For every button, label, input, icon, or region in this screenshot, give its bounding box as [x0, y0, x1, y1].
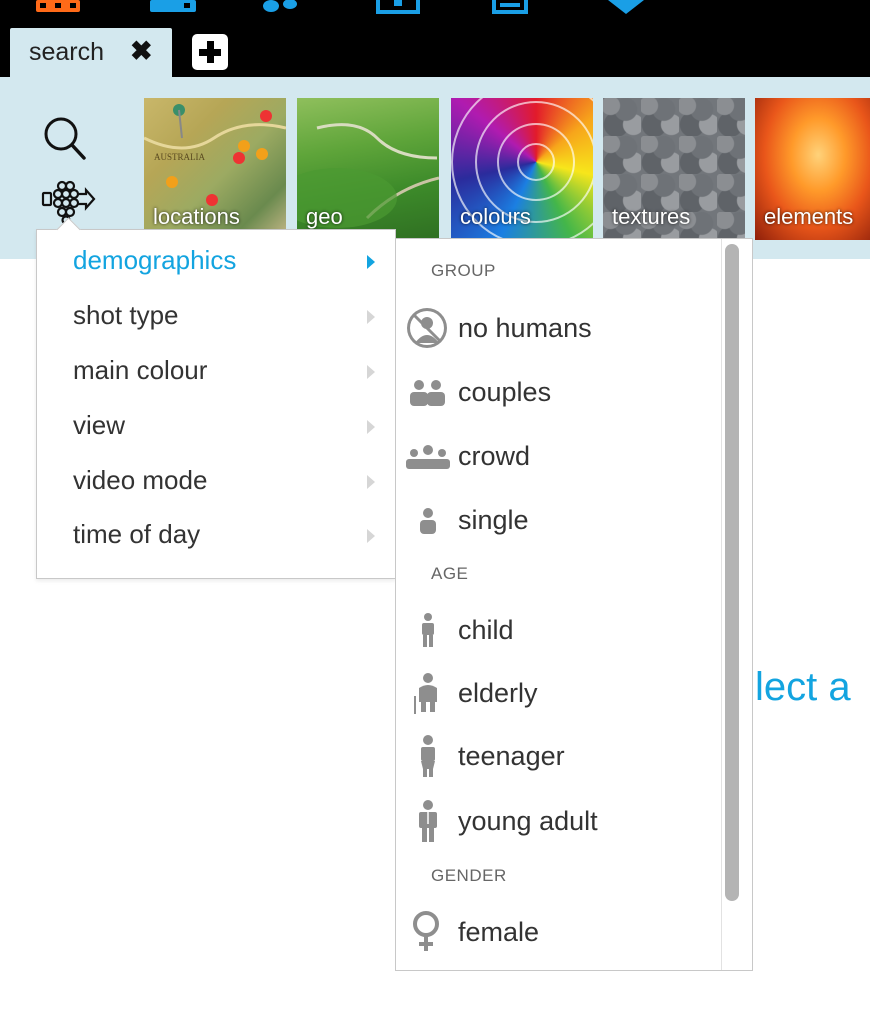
film-icon[interactable]: [36, 0, 80, 14]
top-toolbar: search ✖: [0, 0, 870, 77]
option-crowd[interactable]: crowd: [404, 433, 714, 479]
chevron-right-icon: [367, 365, 375, 379]
option-couples[interactable]: couples: [404, 369, 714, 415]
group-heading: GROUP: [431, 261, 496, 280]
document-icon[interactable]: [492, 0, 528, 14]
option-label: teenager: [458, 741, 565, 771]
teenager-icon: [421, 735, 435, 777]
menu-item-shot-type[interactable]: shot type: [73, 300, 179, 331]
child-icon: [422, 613, 434, 647]
option-no-humans[interactable]: no humans: [404, 305, 714, 351]
tab-label: search: [29, 38, 105, 66]
category-label: locations: [153, 204, 240, 229]
option-label: couples: [458, 377, 552, 407]
category-geo[interactable]: geo: [297, 98, 439, 240]
option-elderly[interactable]: elderly: [404, 670, 714, 716]
category-textures[interactable]: textures: [603, 98, 745, 240]
chevron-right-icon: [367, 420, 375, 434]
menu-item-time-of-day[interactable]: time of day: [73, 519, 200, 550]
category-label: elements: [764, 204, 854, 229]
chevron-right-icon: [367, 529, 375, 543]
category-elements[interactable]: elements: [755, 98, 870, 240]
option-child[interactable]: child: [404, 607, 714, 653]
menu-item-demographics[interactable]: demographics: [73, 245, 236, 276]
option-label: single: [458, 505, 529, 535]
option-label: female: [458, 917, 540, 947]
option-label: young adult: [458, 806, 598, 836]
filter-menu: demographics shot type main colour view …: [36, 229, 396, 579]
chevron-right-icon: [367, 310, 375, 324]
download-box-icon[interactable]: [376, 0, 420, 14]
search-icon[interactable]: [42, 114, 86, 162]
young-adult-icon: [419, 800, 437, 842]
option-label: crowd: [458, 441, 531, 471]
option-label: child: [458, 615, 514, 645]
chevron-right-icon: [367, 475, 375, 489]
chevron-right-icon: [367, 255, 375, 269]
tv-icon[interactable]: [150, 0, 196, 14]
category-label: colours: [460, 204, 531, 229]
elderly-icon: [414, 673, 437, 714]
option-single[interactable]: single: [404, 497, 714, 543]
crowd-icon: [406, 445, 450, 469]
add-tab-button[interactable]: [192, 34, 228, 70]
menu-item-video-mode[interactable]: video mode: [73, 465, 207, 496]
option-label: elderly: [458, 678, 538, 708]
option-label: no humans: [458, 313, 592, 343]
category-colours[interactable]: colours: [451, 98, 593, 240]
female-icon: [413, 911, 439, 951]
category-locations[interactable]: AUSTRALIA locations: [144, 98, 286, 240]
close-icon[interactable]: ✖: [130, 36, 153, 67]
no-humans-icon: [407, 308, 447, 348]
tab-search[interactable]: search ✖: [10, 28, 172, 77]
menu-item-main-colour[interactable]: main colour: [73, 355, 207, 386]
option-female[interactable]: female: [404, 909, 714, 955]
demographics-submenu: GROUP no humans couples crowd single AGE: [395, 238, 753, 971]
prompt-text: lect a: [755, 665, 851, 709]
svg-text:AUSTRALIA: AUSTRALIA: [154, 152, 205, 162]
chevron-down-icon[interactable]: [608, 0, 644, 14]
group-heading: GENDER: [431, 866, 507, 885]
option-teenager[interactable]: teenager: [404, 733, 714, 779]
category-label: textures: [612, 204, 691, 229]
scrollbar[interactable]: [725, 244, 739, 901]
single-person-icon: [420, 508, 436, 534]
couples-icon: [410, 380, 445, 406]
menu-item-view[interactable]: view: [73, 410, 125, 441]
category-label: geo: [306, 204, 343, 229]
divider: [721, 239, 722, 970]
option-young-adult[interactable]: young adult: [404, 798, 714, 844]
group-heading: AGE: [431, 564, 469, 583]
music-icon[interactable]: [262, 0, 298, 14]
